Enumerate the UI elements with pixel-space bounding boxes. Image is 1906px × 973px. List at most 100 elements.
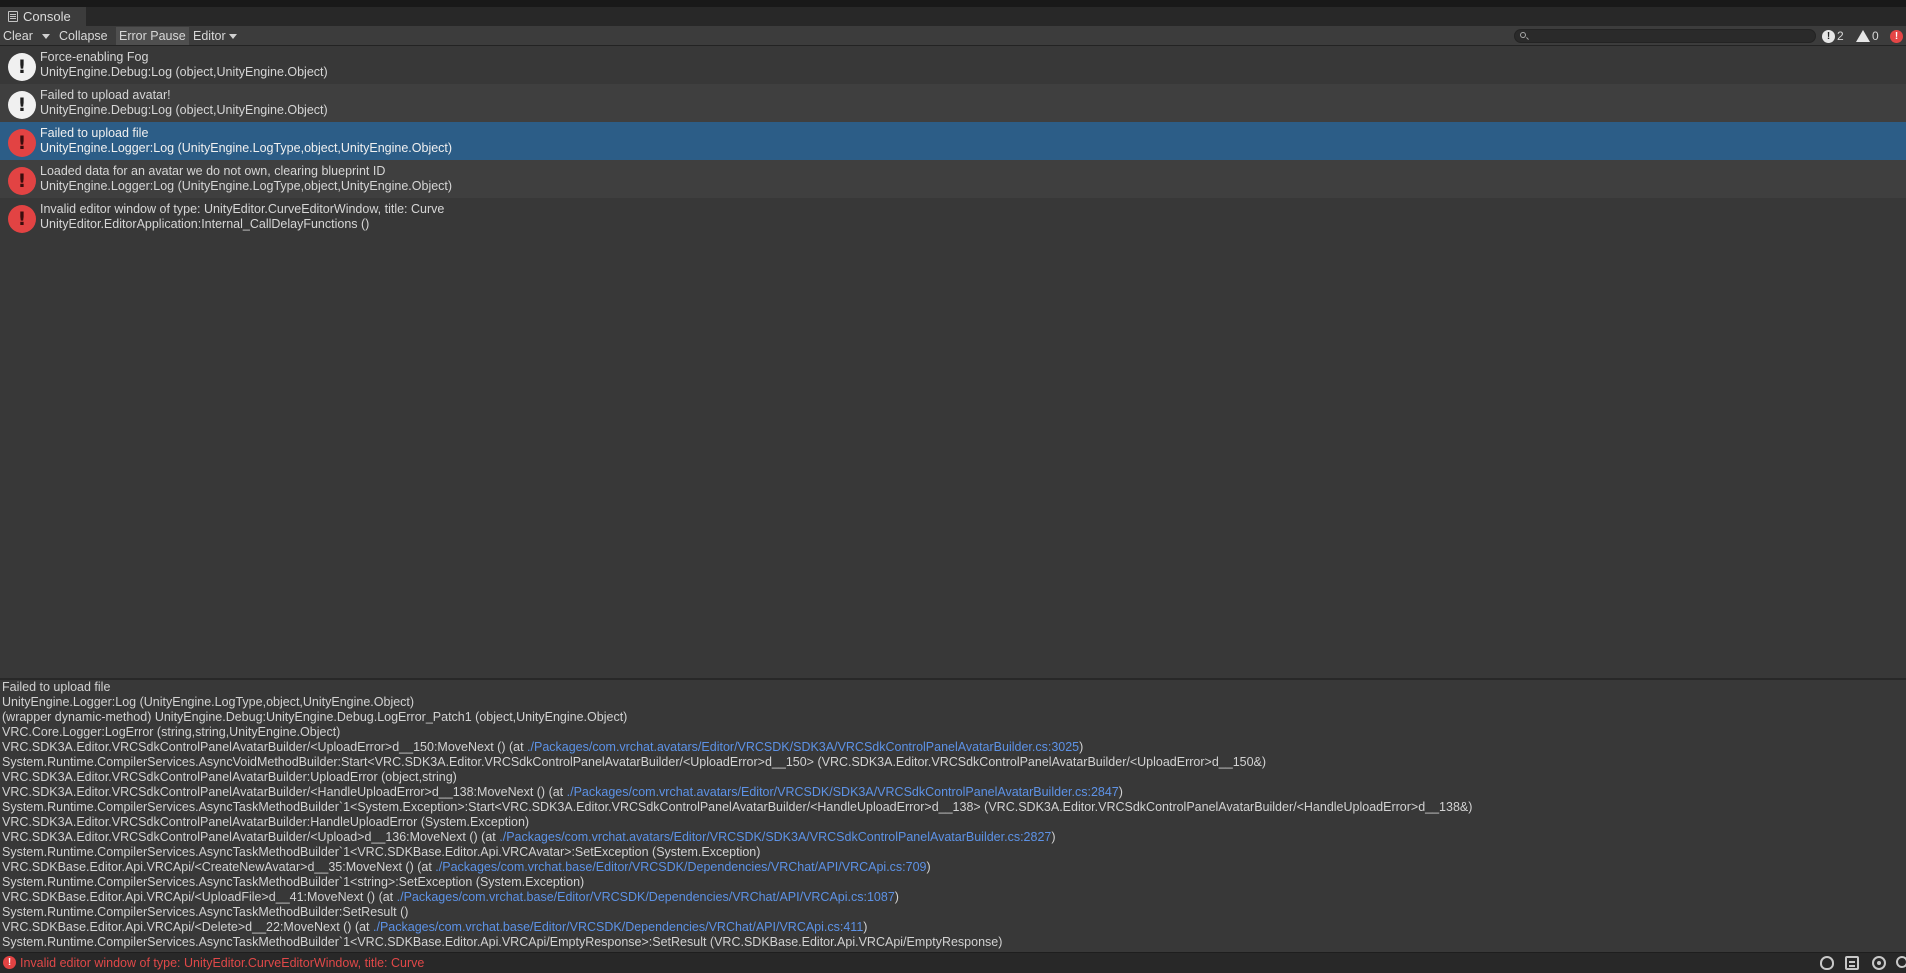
log-entry[interactable]: ! Invalid editor window of type: UnityEd… [0,198,1906,236]
stack-trace-line: System.Runtime.CompilerServices.AsyncTas… [2,875,1906,890]
stack-trace-text: VRC.Core.Logger:LogError (string,string,… [2,725,341,739]
stack-trace-text: Failed to upload file [2,680,111,694]
stack-trace-line: VRC.SDKBase.Editor.Api.VRCApi/<UploadFil… [2,890,1906,905]
stack-trace-line: VRC.SDK3A.Editor.VRCSdkControlPanelAvata… [2,740,1906,755]
warning-icon [1856,30,1870,42]
log-source: UnityEngine.Logger:Log (UnityEngine.LogT… [40,141,453,155]
log-entry-selected[interactable]: ! Failed to upload file UnityEngine.Logg… [0,122,1906,160]
toolbar: Clear Collapse Error Pause Editor ! 2 0 … [0,26,1906,46]
editor-dropdown[interactable]: Editor [190,27,240,45]
stack-trace-line: VRC.Core.Logger:LogError (string,string,… [2,725,1906,740]
tab-console-label: Console [23,9,71,24]
stack-trace-suffix: ) [926,860,931,874]
top-strip [0,0,1906,7]
log-source: UnityEditor.EditorApplication:Internal_C… [40,217,370,231]
source-file-link[interactable]: ./Packages/com.vrchat.base/Editor/VRCSDK… [373,920,863,934]
stack-trace-text: System.Runtime.CompilerServices.AsyncTas… [2,935,1003,949]
stack-trace-text: System.Runtime.CompilerServices.AsyncVoi… [2,755,1267,769]
warning-count: 0 [1872,29,1879,43]
collapse-label: Collapse [59,29,108,43]
source-file-link[interactable]: ./Packages/com.vrchat.base/Editor/VRCSDK… [397,890,895,904]
stack-trace-line: System.Runtime.CompilerServices.AsyncTas… [2,800,1906,815]
info-icon: ! [1822,29,1835,43]
stack-trace-line: VRC.SDKBase.Editor.Api.VRCApi/<Delete>d_… [2,920,1906,935]
log-message: Failed to upload file [40,126,149,140]
tab-console[interactable]: Console [0,7,86,26]
log-message: Invalid editor window of type: UnityEdit… [40,202,445,216]
log-message: Loaded data for an avatar we do not own,… [40,164,386,178]
stack-trace-line: System.Runtime.CompilerServices.AsyncVoi… [2,755,1906,770]
error-icon: ! [8,205,36,233]
search-input[interactable] [1529,30,1813,42]
log-message: Failed to upload avatar! [40,88,171,102]
tab-bar: Console [0,7,1906,26]
stack-trace-panel: Failed to upload file UnityEngine.Logger:… [0,680,1906,952]
stack-icon[interactable] [1845,956,1859,970]
status-message[interactable]: Invalid editor window of type: UnityEdit… [20,956,424,970]
log-source: UnityEngine.Debug:Log (object,UnityEngin… [40,103,328,117]
status-bar: ! Invalid editor window of type: UnityEd… [0,952,1906,973]
error-icon: ! [3,956,16,969]
clear-button[interactable]: Clear [0,27,36,45]
stack-trace-line: VRC.SDK3A.Editor.VRCSdkControlPanelAvata… [2,770,1906,785]
stack-trace-text: VRC.SDK3A.Editor.VRCSdkControlPanelAvata… [2,830,500,844]
stack-trace-text: UnityEngine.Logger:Log (UnityEngine.LogT… [2,695,415,709]
source-file-link[interactable]: ./Packages/com.vrchat.avatars/Editor/VRC… [499,830,1051,844]
info-icon: ! [8,53,36,81]
chevron-down-icon [228,33,237,39]
info-count: 2 [1837,29,1844,43]
source-file-link[interactable]: ./Packages/com.vrchat.avatars/Editor/VRC… [567,785,1119,799]
info-icon: ! [8,91,36,119]
error-icon: ! [8,129,36,157]
ring-icon[interactable] [1896,956,1906,968]
source-file-link[interactable]: ./Packages/com.vrchat.avatars/Editor/VRC… [527,740,1079,754]
warning-count-toggle[interactable]: 0 [1856,27,1879,45]
stack-trace-text: System.Runtime.CompilerServices.AsyncTas… [2,875,585,889]
bug-icon[interactable] [1820,956,1834,970]
stack-trace-text: VRC.SDK3A.Editor.VRCSdkControlPanelAvata… [2,770,457,784]
visibility-icon[interactable] [1872,956,1886,970]
stack-trace-text: System.Runtime.CompilerServices.AsyncTas… [2,845,761,859]
source-file-link[interactable]: ./Packages/com.vrchat.base/Editor/VRCSDK… [435,860,926,874]
stack-trace-suffix: ) [863,920,868,934]
stack-trace-suffix: ) [894,890,899,904]
log-entry[interactable]: ! Failed to upload avatar! UnityEngine.D… [0,84,1906,122]
error-icon: ! [8,167,36,195]
stack-trace-text: VRC.SDKBase.Editor.Api.VRCApi/<Delete>d_… [2,920,374,934]
stack-trace-line: VRC.SDK3A.Editor.VRCSdkControlPanelAvata… [2,830,1906,845]
stack-trace-suffix: ) [1051,830,1056,844]
stack-trace-line: VRC.SDKBase.Editor.Api.VRCApi/<CreateNew… [2,860,1906,875]
stack-trace-text: VRC.SDKBase.Editor.Api.VRCApi/<UploadFil… [2,890,397,904]
error-icon: ! [1890,29,1903,43]
stack-trace-text: VRC.SDK3A.Editor.VRCSdkControlPanelAvata… [2,740,528,754]
stack-trace-text: VRC.SDK3A.Editor.VRCSdkControlPanelAvata… [2,785,567,799]
log-entry[interactable]: ! Loaded data for an avatar we do not ow… [0,160,1906,198]
clear-label: Clear [3,29,33,43]
log-source: UnityEngine.Debug:Log (object,UnityEngin… [40,65,328,79]
stack-trace-line: VRC.SDK3A.Editor.VRCSdkControlPanelAvata… [2,785,1906,800]
error-pause-button[interactable]: Error Pause [116,27,189,45]
stack-trace-line: System.Runtime.CompilerServices.AsyncTas… [2,935,1906,950]
error-pause-label: Error Pause [119,29,186,43]
editor-label: Editor [193,29,226,43]
stack-trace-text: (wrapper dynamic-method) UnityEngine.Deb… [2,710,628,724]
stack-trace-line: UnityEngine.Logger:Log (UnityEngine.LogT… [2,695,1906,710]
stack-trace-line: System.Runtime.CompilerServices.AsyncTas… [2,845,1906,860]
stack-trace-text: System.Runtime.CompilerServices.AsyncTas… [2,800,1473,814]
error-count-toggle[interactable]: ! [1890,27,1905,45]
stack-trace-line: System.Runtime.CompilerServices.AsyncTas… [2,905,1906,920]
search-icon [1520,32,1526,38]
search-field[interactable] [1514,29,1816,43]
collapse-button[interactable]: Collapse [56,27,111,45]
stack-trace-suffix: ) [1118,785,1123,799]
console-icon [8,11,18,22]
stack-trace-text: VRC.SDKBase.Editor.Api.VRCApi/<CreateNew… [2,860,436,874]
info-count-toggle[interactable]: ! 2 [1822,27,1844,45]
stack-trace-text: VRC.SDK3A.Editor.VRCSdkControlPanelAvata… [2,815,530,829]
stack-trace-line: Failed to upload file [2,680,1906,695]
clear-options-dropdown[interactable] [38,27,54,45]
log-entry[interactable]: ! Force-enabling Fog UnityEngine.Debug:L… [0,46,1906,84]
stack-trace-line: VRC.SDK3A.Editor.VRCSdkControlPanelAvata… [2,815,1906,830]
log-source: UnityEngine.Logger:Log (UnityEngine.LogT… [40,179,453,193]
stack-trace-line: (wrapper dynamic-method) UnityEngine.Deb… [2,710,1906,725]
